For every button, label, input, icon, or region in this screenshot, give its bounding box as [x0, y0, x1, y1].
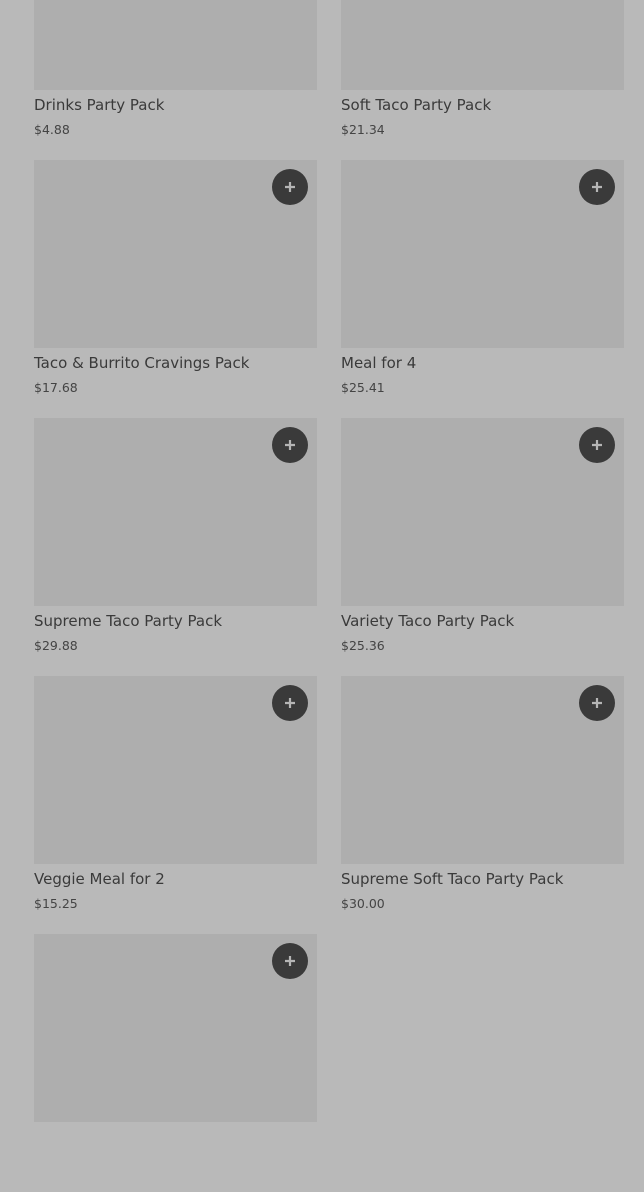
product-price: $21.34 — [341, 122, 385, 137]
plus-icon — [285, 956, 295, 966]
product-name[interactable]: Veggie Meal for 2 — [34, 870, 165, 888]
product-name[interactable]: Drinks Party Pack — [34, 96, 164, 114]
product-card[interactable]: Variety Taco Party Pack $25.36 — [341, 418, 624, 676]
product-name[interactable]: Meal for 4 — [341, 354, 416, 372]
product-card[interactable] — [34, 934, 317, 1192]
plus-icon — [285, 698, 295, 708]
product-card[interactable]: Soft Taco Party Pack $21.34 — [341, 0, 624, 160]
plus-icon — [285, 182, 295, 192]
product-price: $25.36 — [341, 638, 385, 653]
add-to-cart-button[interactable] — [579, 685, 615, 721]
product-card[interactable]: Drinks Party Pack $4.88 — [34, 0, 317, 160]
plus-icon — [285, 440, 295, 450]
product-card[interactable]: Taco & Burrito Cravings Pack $17.68 — [34, 160, 317, 418]
product-price: $25.41 — [341, 380, 385, 395]
plus-icon — [592, 440, 602, 450]
product-image[interactable] — [341, 0, 624, 90]
product-name[interactable]: Soft Taco Party Pack — [341, 96, 491, 114]
product-name[interactable]: Variety Taco Party Pack — [341, 612, 514, 630]
product-price: $15.25 — [34, 896, 78, 911]
add-to-cart-button[interactable] — [579, 169, 615, 205]
product-price: $17.68 — [34, 380, 78, 395]
product-card[interactable]: Supreme Soft Taco Party Pack $30.00 — [341, 676, 624, 934]
product-card[interactable]: Supreme Taco Party Pack $29.88 — [34, 418, 317, 676]
product-name[interactable]: Supreme Soft Taco Party Pack — [341, 870, 563, 888]
product-price: $30.00 — [341, 896, 385, 911]
add-to-cart-button[interactable] — [272, 169, 308, 205]
product-price: $4.88 — [34, 122, 70, 137]
product-image[interactable] — [34, 0, 317, 90]
product-card[interactable]: Meal for 4 $25.41 — [341, 160, 624, 418]
product-card[interactable]: Veggie Meal for 2 $15.25 — [34, 676, 317, 934]
add-to-cart-button[interactable] — [272, 943, 308, 979]
product-grid: Drinks Party Pack $4.88 Soft Taco Party … — [34, 0, 624, 1192]
product-price: $29.88 — [34, 638, 78, 653]
plus-icon — [592, 182, 602, 192]
add-to-cart-button[interactable] — [272, 427, 308, 463]
add-to-cart-button[interactable] — [272, 685, 308, 721]
add-to-cart-button[interactable] — [579, 427, 615, 463]
plus-icon — [592, 698, 602, 708]
product-name[interactable]: Supreme Taco Party Pack — [34, 612, 222, 630]
product-name[interactable]: Taco & Burrito Cravings Pack — [34, 354, 249, 372]
